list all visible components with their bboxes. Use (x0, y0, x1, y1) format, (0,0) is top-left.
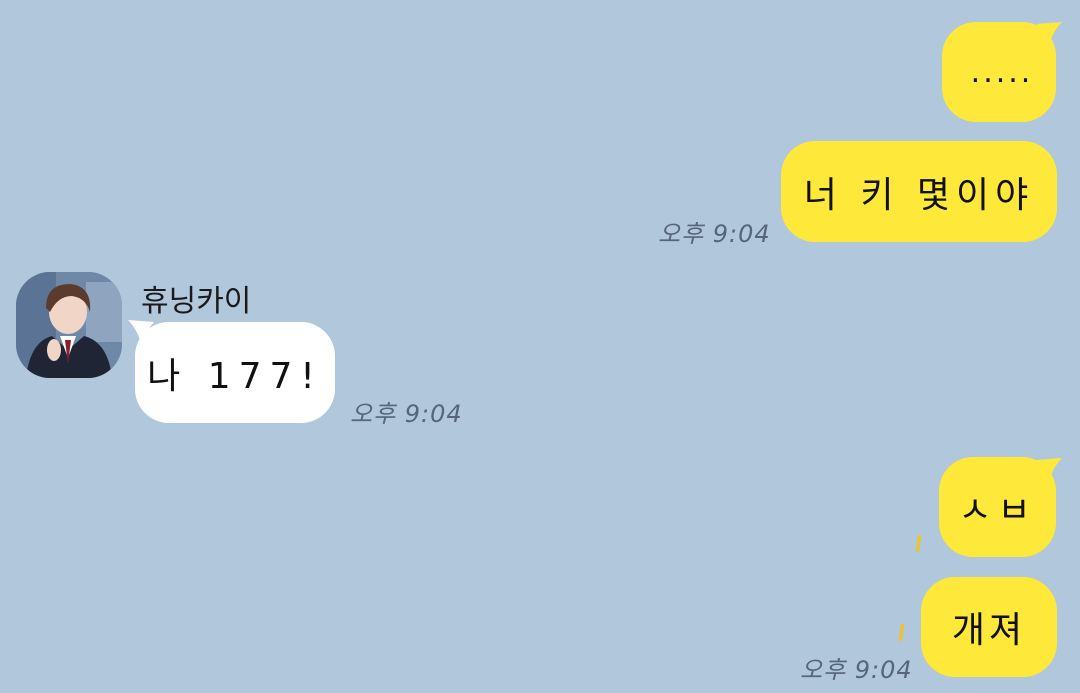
avatar-illustration (16, 272, 122, 378)
my-message-bubble[interactable]: 너 키 몇이야 (781, 141, 1057, 242)
message-text: ..... (970, 54, 1034, 90)
message-text: 너 키 몇이야 (803, 174, 1035, 216)
message-timestamp: 오후 9:04 (800, 656, 913, 684)
my-message-bubble[interactable]: 개져 (921, 577, 1057, 677)
bubble-tail-icon (1036, 458, 1062, 478)
read-indicator-icon (898, 623, 905, 642)
read-indicator-icon (915, 534, 922, 553)
message-timestamp: 오후 9:04 (350, 400, 463, 428)
sender-name: 휴닝카이 (141, 284, 252, 319)
message-text: 개져 (951, 610, 1027, 651)
bubble-tail-icon (1036, 22, 1062, 42)
profile-photo-icon[interactable] (16, 272, 122, 378)
partner-message-bubble[interactable]: 나 177! (135, 322, 335, 423)
message-timestamp: 오후 9:04 (658, 220, 771, 248)
message-text: 나 177! (147, 355, 323, 397)
message-text: ㅅㅂ (958, 490, 1037, 531)
